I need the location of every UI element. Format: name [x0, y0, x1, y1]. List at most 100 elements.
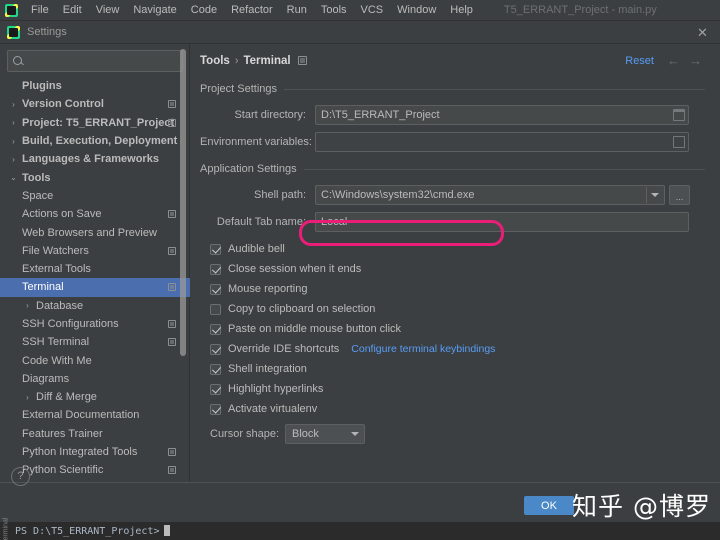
- chevron-right-icon[interactable]: ›: [8, 155, 19, 164]
- sidebar-item-terminal[interactable]: Terminal: [0, 278, 190, 297]
- sidebar-item-project-t5-errant-project[interactable]: › Project: T5_ERRANT_Project: [0, 114, 190, 132]
- expand-icon[interactable]: [673, 136, 685, 148]
- start-directory-value: D:\T5_ERRANT_Project: [321, 109, 440, 121]
- sidebar-item-python-integrated-tools[interactable]: Python Integrated Tools: [0, 443, 190, 461]
- search-icon: [13, 55, 24, 67]
- breadcrumb-root[interactable]: Tools: [200, 55, 230, 67]
- checkbox-row-close-session-when-it-ends[interactable]: Close session when it ends: [200, 259, 705, 279]
- checkbox-row-audible-bell[interactable]: Audible bell: [200, 239, 705, 259]
- chevron-down-icon[interactable]: ⌄: [8, 173, 19, 182]
- sidebar-item-external-documentation[interactable]: External Documentation: [0, 406, 190, 424]
- sidebar-item-external-tools[interactable]: External Tools: [0, 260, 190, 278]
- environment-variables-input[interactable]: [315, 132, 689, 152]
- checkbox-row-mouse-reporting[interactable]: Mouse reporting: [200, 279, 705, 299]
- checkbox-checked-icon[interactable]: [210, 283, 221, 295]
- back-arrow-icon[interactable]: ←: [667, 53, 680, 68]
- sidebar-item-ssh-configurations[interactable]: SSH Configurations: [0, 315, 190, 333]
- chevron-right-icon[interactable]: ›: [22, 301, 33, 310]
- sidebar-item-label: SSH Configurations: [22, 318, 119, 330]
- chevron-right-icon[interactable]: ›: [8, 100, 19, 109]
- checkbox-checked-icon[interactable]: [210, 363, 221, 375]
- sidebar-item-tools[interactable]: ⌄ Tools: [0, 168, 190, 186]
- menu-item-run[interactable]: Run: [280, 2, 314, 18]
- chevron-right-icon[interactable]: ›: [8, 137, 19, 146]
- settings-dialog-footer: ? OK: [0, 467, 720, 522]
- menu-item-tools[interactable]: Tools: [314, 2, 354, 18]
- search-input[interactable]: [24, 55, 182, 67]
- environment-variables-label: Environment variables:: [200, 136, 312, 148]
- tree-scrollbar-thumb[interactable]: [180, 49, 186, 356]
- chevron-right-icon[interactable]: ›: [8, 118, 19, 127]
- sidebar-item-languages-frameworks[interactable]: › Languages & Frameworks: [0, 150, 190, 168]
- default-tab-name-input[interactable]: Local: [315, 212, 689, 232]
- menu-item-help[interactable]: Help: [443, 2, 480, 18]
- breadcrumb-separator: ›: [234, 54, 239, 67]
- close-icon[interactable]: ✕: [695, 25, 710, 40]
- checkbox-unchecked-icon[interactable]: [210, 303, 221, 315]
- sidebar-item-label: Python Scientific: [22, 464, 104, 477]
- terminal-prompt-line[interactable]: PS D:\T5_ERRANT_Project>: [15, 525, 170, 537]
- sidebar-item-build-execution-deployment[interactable]: › Build, Execution, Deployment: [0, 132, 190, 150]
- checkbox-label: Paste on middle mouse button click: [228, 323, 402, 335]
- chevron-down-icon[interactable]: [346, 426, 363, 442]
- cursor-shape-dropdown[interactable]: Block: [285, 424, 365, 444]
- checkbox-checked-icon[interactable]: [210, 243, 221, 255]
- sidebar-item-label: SSH Terminal: [22, 336, 90, 349]
- checkbox-checked-icon[interactable]: [210, 343, 221, 355]
- checkbox-checked-icon[interactable]: [210, 383, 221, 395]
- sidebar-item-plugins[interactable]: Plugins: [0, 77, 190, 95]
- sidebar-item-actions-on-save[interactable]: Actions on Save: [0, 205, 190, 223]
- chevron-right-icon[interactable]: ›: [22, 393, 33, 402]
- menu-item-file[interactable]: File: [24, 2, 56, 18]
- sidebar-item-ssh-terminal[interactable]: SSH Terminal: [0, 333, 190, 351]
- settings-sync-badge-icon: [168, 246, 176, 255]
- shell-path-browse-button[interactable]: ...: [669, 185, 690, 205]
- sidebar-item-diagrams[interactable]: Diagrams: [0, 370, 190, 388]
- shell-path-input[interactable]: C:\Windows\system32\cmd.exe: [315, 185, 665, 205]
- menu-item-window[interactable]: Window: [390, 2, 443, 18]
- terminal-caret: [163, 525, 170, 536]
- settings-sync-badge-icon: [297, 56, 307, 65]
- checkbox-checked-icon[interactable]: [210, 323, 221, 335]
- sidebar-item-space[interactable]: Space: [0, 187, 190, 205]
- search-box[interactable]: [7, 50, 183, 72]
- sidebar-item-features-trainer[interactable]: Features Trainer: [0, 425, 190, 443]
- start-directory-input[interactable]: D:\T5_ERRANT_Project: [315, 105, 689, 125]
- help-button[interactable]: ?: [11, 467, 30, 486]
- menu-item-refactor[interactable]: Refactor: [224, 2, 280, 18]
- checkbox-row-override-ide-shortcuts[interactable]: Override IDE shortcuts Configure terminal…: [200, 339, 705, 359]
- configure-terminal-keybindings-link[interactable]: Configure terminal keybindings: [351, 343, 495, 355]
- checkbox-checked-icon[interactable]: [210, 263, 221, 275]
- checkbox-row-paste-on-middle-mouse-button-click[interactable]: Paste on middle mouse button click: [200, 319, 705, 339]
- settings-dialog-titlebar: Settings ✕: [0, 21, 720, 44]
- menu-item-navigate[interactable]: Navigate: [126, 2, 183, 18]
- sidebar-item-label: Tools: [22, 171, 51, 184]
- settings-sync-badge-icon: [168, 338, 176, 347]
- settings-tree[interactable]: Plugins › Version Control › Project: T5_ERRA…: [0, 77, 190, 497]
- checkbox-row-copy-to-clipboard-on-selection[interactable]: Copy to clipboard on selection: [200, 299, 705, 319]
- checkbox-label: Close session when it ends: [228, 263, 362, 275]
- settings-sync-badge-icon: [168, 283, 176, 292]
- reset-link[interactable]: Reset: [625, 55, 654, 67]
- ok-button[interactable]: OK: [524, 496, 574, 515]
- menu-item-code[interactable]: Code: [184, 2, 224, 18]
- checkbox-row-shell-integration[interactable]: Shell integration: [200, 359, 705, 379]
- sidebar-item-database[interactable]: › Database: [0, 297, 190, 315]
- cursor-shape-value: Block: [292, 428, 319, 440]
- terminal-tab-label[interactable]: Terminal: [0, 518, 12, 540]
- sidebar-item-web-browsers-and-preview[interactable]: Web Browsers and Preview: [0, 223, 190, 241]
- sidebar-item-file-watchers[interactable]: File Watchers: [0, 242, 190, 260]
- sidebar-item-version-control[interactable]: › Version Control: [0, 95, 190, 113]
- forward-arrow-icon[interactable]: →: [689, 53, 702, 68]
- sidebar-item-code-with-me[interactable]: Code With Me: [0, 351, 190, 369]
- menu-item-vcs[interactable]: VCS: [354, 2, 391, 18]
- checkbox-row-highlight-hyperlinks[interactable]: Highlight hyperlinks: [200, 379, 705, 399]
- folder-icon[interactable]: [673, 109, 685, 121]
- checkbox-checked-icon[interactable]: [210, 403, 221, 415]
- sidebar-item-diff-merge[interactable]: › Diff & Merge: [0, 388, 190, 406]
- menu-item-edit[interactable]: Edit: [56, 2, 89, 18]
- menu-item-view[interactable]: View: [89, 2, 127, 18]
- checkbox-row-activate-virtualenv[interactable]: Activate virtualenv: [200, 399, 705, 419]
- chevron-down-icon[interactable]: [646, 187, 663, 203]
- menu-items: File Edit View Navigate Code Refactor Run Tools…: [24, 2, 480, 18]
